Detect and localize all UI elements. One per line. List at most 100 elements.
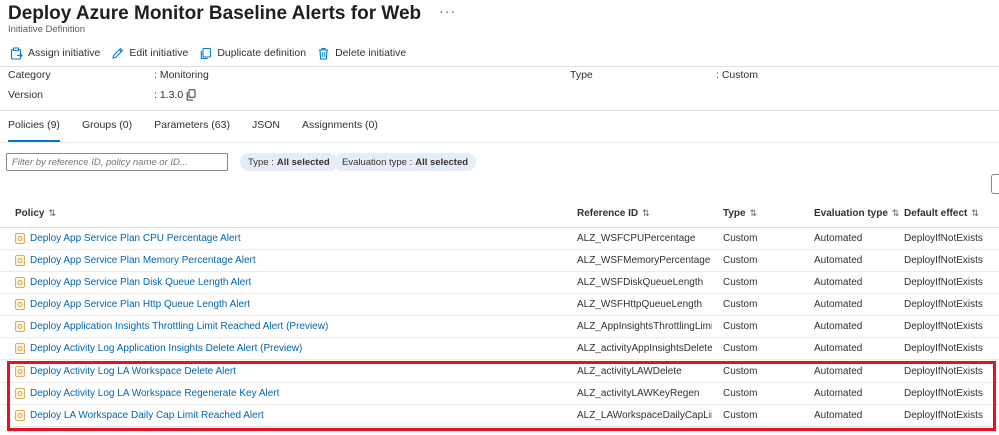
- sort-icon: ⇅: [642, 208, 650, 218]
- version-value-group: : 1.3.0: [154, 89, 196, 101]
- assign-initiative-label: Assign initiative: [28, 47, 101, 59]
- table-row: Deploy App Service Plan Disk Queue Lengt…: [0, 272, 999, 294]
- policy-definition-icon: [15, 343, 25, 354]
- column-header-policy-label: Policy: [15, 208, 45, 219]
- default-effect-cell: DeployIfNotExists: [904, 343, 983, 354]
- table-header: Policy ⇅ Reference ID ⇅ Type ⇅ Evaluatio…: [0, 203, 999, 227]
- policy-link[interactable]: Deploy App Service Plan CPU Percentage A…: [30, 233, 241, 244]
- table-row: Deploy Application Insights Throttling L…: [0, 316, 999, 338]
- copy-icon[interactable]: [186, 89, 196, 101]
- tab-parameters[interactable]: Parameters (63): [154, 118, 230, 142]
- evaluation-type-cell: Automated: [814, 277, 863, 288]
- evaluation-type-cell: Automated: [814, 299, 863, 310]
- duplicate-definition-button[interactable]: Duplicate definition: [199, 47, 306, 60]
- policy-cell: Deploy App Service Plan Disk Queue Lengt…: [15, 277, 251, 288]
- policy-definition-icon: [15, 299, 25, 310]
- more-options-button[interactable]: ···: [439, 3, 456, 19]
- duplicate-icon: [201, 47, 212, 59]
- evaluation-type-filter-value: All selected: [415, 156, 469, 168]
- evaluation-type-cell: Automated: [814, 343, 863, 354]
- column-options-button[interactable]: [991, 174, 999, 194]
- version-value: : 1.3.0: [154, 89, 184, 101]
- type-label: Type: [570, 69, 593, 81]
- type-filter-value: All selected: [276, 156, 330, 168]
- policy-link[interactable]: Deploy App Service Plan Memory Percentag…: [30, 255, 256, 266]
- policy-cell: Deploy App Service Plan Http Queue Lengt…: [15, 299, 250, 310]
- column-header-evaluation-type-label: Evaluation type: [814, 208, 888, 219]
- reference-id-cell: ALZ_AppInsightsThrottlingLimi...: [577, 321, 712, 332]
- reference-id-cell: ALZ_WSFDiskQueueLength: [577, 277, 704, 288]
- reference-id-cell: ALZ_WSFHttpQueueLength: [577, 299, 703, 310]
- column-header-reference-id-label: Reference ID: [577, 208, 639, 219]
- sort-icon: ⇅: [971, 208, 979, 218]
- delete-initiative-button[interactable]: Delete initiative: [317, 47, 406, 60]
- policy-definition-icon: [15, 321, 25, 332]
- highlight-annotation-box: [7, 361, 996, 431]
- tab-assignments[interactable]: Assignments (0): [302, 118, 378, 142]
- sort-icon: ⇅: [891, 208, 900, 218]
- evaluation-type-filter-label: Evaluation type :: [342, 156, 413, 168]
- type-value: : Custom: [716, 69, 759, 81]
- version-label: Version: [8, 89, 44, 101]
- evaluation-type-cell: Automated: [814, 255, 863, 266]
- delete-initiative-label: Delete initiative: [335, 47, 407, 59]
- type-cell: Custom: [723, 299, 758, 310]
- type-cell: Custom: [723, 255, 758, 266]
- header-divider: [0, 66, 999, 67]
- filter-search-input[interactable]: [6, 153, 228, 171]
- type-cell: Custom: [723, 343, 758, 354]
- column-header-default-effect[interactable]: Default effect ⇅: [904, 208, 979, 219]
- policy-definition-icon: [15, 233, 25, 244]
- sort-icon: ⇅: [48, 208, 57, 218]
- column-header-default-effect-label: Default effect: [904, 208, 968, 219]
- reference-id-cell: ALZ_activityAppInsightsDelete: [577, 343, 712, 354]
- page-subtitle: Initiative Definition: [8, 24, 86, 35]
- edit-initiative-button[interactable]: Edit initiative: [111, 47, 188, 60]
- tab-bar: Policies (9) Groups (0) Parameters (63) …: [8, 118, 400, 142]
- default-effect-cell: DeployIfNotExists: [904, 233, 983, 244]
- policy-link[interactable]: Deploy Application Insights Throttling L…: [30, 321, 328, 332]
- type-filter-pill[interactable]: Type : All selected: [240, 153, 338, 171]
- tabs-divider: [0, 142, 999, 143]
- edit-initiative-label: Edit initiative: [129, 47, 189, 59]
- tab-policies[interactable]: Policies (9): [8, 118, 60, 142]
- default-effect-cell: DeployIfNotExists: [904, 299, 983, 310]
- policy-cell: Deploy App Service Plan Memory Percentag…: [15, 255, 256, 266]
- policy-definition-icon: [15, 255, 25, 266]
- assign-icon: [10, 47, 23, 60]
- tab-json[interactable]: JSON: [252, 118, 280, 142]
- tab-groups[interactable]: Groups (0): [82, 118, 132, 142]
- reference-id-cell: ALZ_WSFMemoryPercentage: [577, 255, 711, 266]
- trash-icon: [319, 47, 329, 60]
- type-cell: Custom: [723, 277, 758, 288]
- evaluation-type-cell: Automated: [814, 321, 863, 332]
- type-filter-label: Type :: [248, 156, 274, 168]
- policy-definition-icon: [15, 277, 25, 288]
- column-header-type[interactable]: Type ⇅: [723, 208, 757, 219]
- type-cell: Custom: [723, 233, 758, 244]
- sort-icon: ⇅: [749, 208, 758, 218]
- table-row: Deploy App Service Plan Http Queue Lengt…: [0, 294, 999, 316]
- category-value: : Monitoring: [154, 69, 209, 81]
- table-row: Deploy Activity Log Application Insights…: [0, 338, 999, 360]
- page-header: Deploy Azure Monitor Baseline Alerts for…: [8, 3, 456, 25]
- table-row: Deploy App Service Plan CPU Percentage A…: [0, 228, 999, 250]
- column-header-policy[interactable]: Policy ⇅: [15, 208, 56, 219]
- column-header-type-label: Type: [723, 208, 746, 219]
- default-effect-cell: DeployIfNotExists: [904, 321, 983, 332]
- policy-cell: Deploy App Service Plan CPU Percentage A…: [15, 233, 241, 244]
- command-bar: Assign initiative Edit initiative Duplic…: [10, 44, 417, 62]
- policy-link[interactable]: Deploy App Service Plan Disk Queue Lengt…: [30, 277, 251, 288]
- column-header-reference-id[interactable]: Reference ID ⇅: [577, 208, 650, 219]
- column-header-evaluation-type[interactable]: Evaluation type ⇅: [814, 208, 899, 219]
- table-row: Deploy App Service Plan Memory Percentag…: [0, 250, 999, 272]
- assign-initiative-button[interactable]: Assign initiative: [10, 47, 100, 60]
- policy-cell: Deploy Application Insights Throttling L…: [15, 321, 328, 332]
- default-effect-cell: DeployIfNotExists: [904, 277, 983, 288]
- evaluation-type-filter-pill[interactable]: Evaluation type : All selected: [334, 153, 477, 171]
- policy-link[interactable]: Deploy App Service Plan Http Queue Lengt…: [30, 299, 250, 310]
- policy-link[interactable]: Deploy Activity Log Application Insights…: [30, 343, 302, 354]
- page-title: Deploy Azure Monitor Baseline Alerts for…: [8, 3, 422, 24]
- policy-cell: Deploy Activity Log Application Insights…: [15, 343, 302, 354]
- reference-id-cell: ALZ_WSFCPUPercentage: [577, 233, 696, 244]
